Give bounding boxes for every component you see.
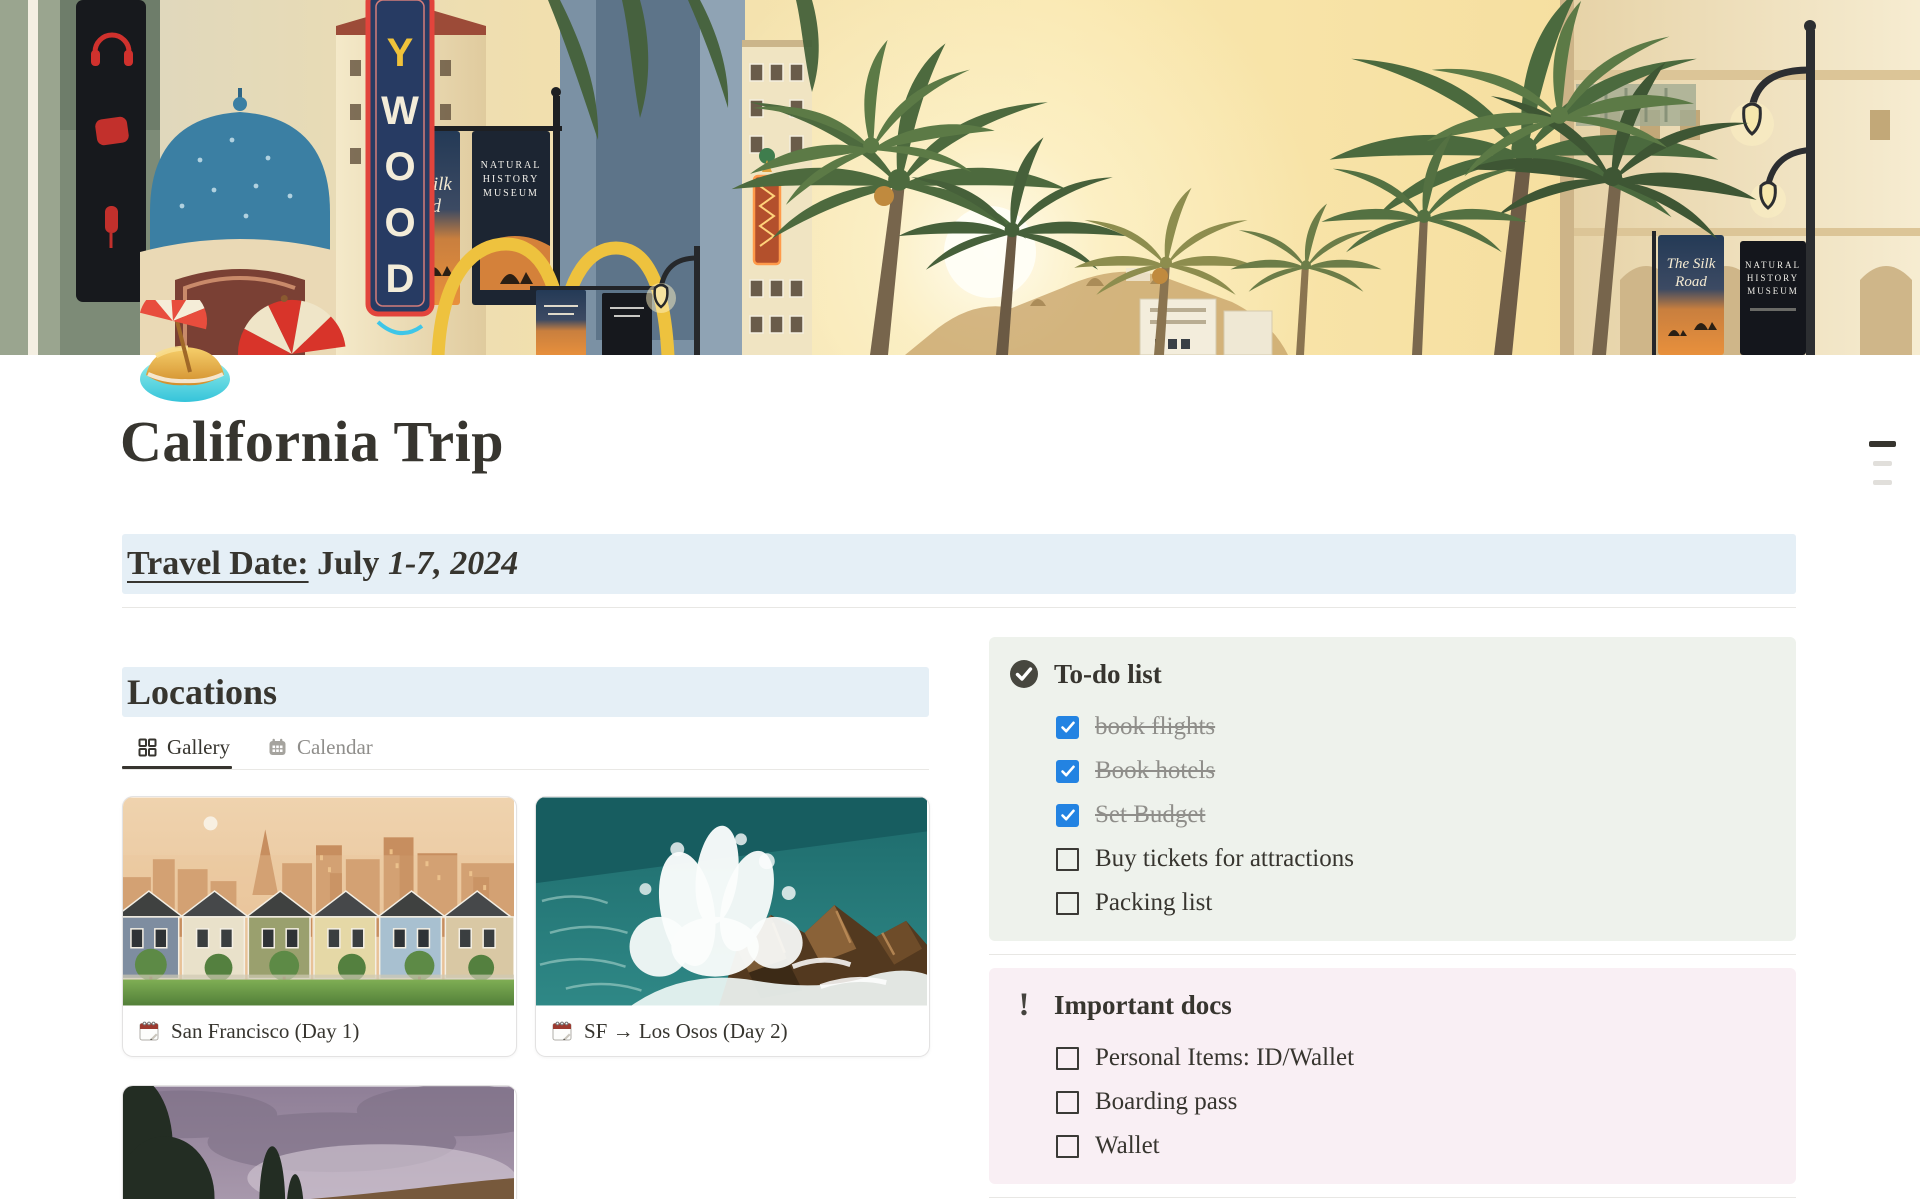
- check-item: Buy tickets for attractions: [1056, 837, 1772, 881]
- todo-heading: To-do list: [1054, 659, 1162, 690]
- check-item: Wallet: [1056, 1124, 1772, 1168]
- important-docs-heading: Important docs: [1054, 990, 1232, 1021]
- svg-text:HISTORY: HISTORY: [483, 174, 540, 185]
- check-item-label: Wallet: [1095, 1132, 1160, 1160]
- check-item-label: Book hotels: [1095, 757, 1215, 785]
- check-item-label: Buy tickets for attractions: [1095, 845, 1354, 873]
- left-column: Locations: [122, 617, 929, 1199]
- beach-with-umbrella-icon: [132, 300, 238, 406]
- check-item-label: Set Budget: [1095, 801, 1205, 829]
- travel-date-month: July: [309, 545, 388, 583]
- two-column-layout: Locations: [122, 617, 1796, 1199]
- tabs-divider: [122, 769, 929, 770]
- check-item-label: Boarding pass: [1095, 1088, 1237, 1116]
- card-title: SF → Los Osos (Day 2): [584, 1019, 788, 1044]
- cover-image: The Silk Road NATURAL HISTORY MUSEUM: [0, 0, 1920, 355]
- theater-sign-letter: Y: [387, 31, 414, 75]
- silk-road-banner-text: The Silk: [1667, 256, 1716, 272]
- spiral-calendar-icon: [138, 1020, 160, 1042]
- toc-dash: [1869, 441, 1896, 447]
- exclamation-icon: !: [1009, 990, 1039, 1020]
- view-tabs: Gallery: [122, 731, 929, 763]
- page-content: Travel Date: July 1-7, 2024 Locations: [122, 534, 1796, 1199]
- divider: [989, 1197, 1796, 1198]
- checkbox[interactable]: [1056, 1135, 1079, 1158]
- travel-date-label: Travel Date:: [127, 545, 309, 583]
- check-item-label: book flights: [1095, 713, 1215, 741]
- todo-header: To-do list: [1009, 657, 1772, 691]
- toc-dash: [1873, 480, 1892, 485]
- gallery-card-san-francisco[interactable]: San Francisco (Day 1): [122, 796, 517, 1057]
- check-item: Personal Items: ID/Wallet: [1056, 1036, 1772, 1080]
- locations-heading[interactable]: Locations: [122, 667, 929, 717]
- svg-text:NATURAL: NATURAL: [481, 160, 542, 171]
- svg-text:HISTORY: HISTORY: [1747, 273, 1799, 283]
- page-title[interactable]: California Trip: [120, 408, 504, 475]
- toc-dash: [1873, 461, 1892, 466]
- gallery-grid: San Francisco (Day 1): [122, 796, 929, 1199]
- gallery-card-hollywood[interactable]: HOLLYWOOD: [122, 1085, 517, 1199]
- tab-calendar[interactable]: Calendar: [268, 735, 373, 760]
- svg-text:Road: Road: [1674, 274, 1707, 290]
- calendar-icon: [268, 738, 287, 757]
- spiral-calendar-icon: [551, 1020, 573, 1042]
- check-item-label: Packing list: [1095, 889, 1212, 917]
- tab-label: Calendar: [297, 735, 373, 760]
- tab-label: Gallery: [167, 735, 230, 760]
- ocean-waves-photo: [536, 797, 927, 1006]
- right-column: To-do list book flights Book hotels: [989, 617, 1796, 1199]
- todo-callout: To-do list book flights Book hotels: [989, 637, 1796, 941]
- checkbox[interactable]: [1056, 804, 1079, 827]
- important-docs-items: Personal Items: ID/Wallet Boarding pass …: [1056, 1036, 1772, 1168]
- check-item: Set Budget: [1056, 793, 1772, 837]
- checkbox[interactable]: [1056, 892, 1079, 915]
- card-caption: San Francisco (Day 1): [123, 1006, 516, 1056]
- important-docs-callout: ! Important docs Personal Items: ID/Wall…: [989, 968, 1796, 1184]
- divider: [989, 954, 1796, 955]
- svg-text:D: D: [386, 257, 415, 301]
- check-item: Boarding pass: [1056, 1080, 1772, 1124]
- museum-banner-text: NATURAL: [1745, 260, 1801, 270]
- travel-date-range: 1-7, 2024: [388, 545, 518, 583]
- page-icon-beach-umbrella[interactable]: [132, 300, 238, 406]
- svg-text:MUSEUM: MUSEUM: [1747, 286, 1799, 296]
- check-item: Book hotels: [1056, 749, 1772, 793]
- checkbox[interactable]: [1056, 760, 1079, 783]
- table-of-contents-indicator[interactable]: [1869, 441, 1896, 485]
- san-francisco-photo: [123, 797, 514, 1006]
- tab-gallery[interactable]: Gallery: [138, 735, 230, 760]
- cover-art: The Silk Road NATURAL HISTORY MUSEUM: [0, 0, 1920, 355]
- gallery-card-sf-los-osos[interactable]: SF → Los Osos (Day 2): [535, 796, 930, 1057]
- hollywood-sign-photo: HOLLYWOOD: [123, 1086, 514, 1199]
- travel-date-highlight[interactable]: Travel Date: July 1-7, 2024: [122, 534, 1796, 594]
- svg-text:W: W: [381, 89, 419, 133]
- card-caption: SF → Los Osos (Day 2): [536, 1006, 929, 1056]
- check-item: book flights: [1056, 705, 1772, 749]
- divider: [122, 607, 1796, 608]
- svg-text:MUSEUM: MUSEUM: [483, 188, 539, 199]
- check-item: Packing list: [1056, 881, 1772, 925]
- important-docs-header: ! Important docs: [1009, 988, 1772, 1022]
- gallery-grid-icon: [138, 738, 157, 757]
- active-tab-indicator: [122, 766, 232, 769]
- notion-page: The Silk Road NATURAL HISTORY MUSEUM: [0, 0, 1920, 1199]
- checkbox[interactable]: [1056, 716, 1079, 739]
- todo-list-items: book flights Book hotels Set Budget: [1056, 705, 1772, 925]
- card-title: San Francisco (Day 1): [171, 1019, 359, 1044]
- checkbox[interactable]: [1056, 1047, 1079, 1070]
- svg-text:O: O: [384, 145, 415, 189]
- svg-text:O: O: [384, 201, 415, 245]
- check-item-label: Personal Items: ID/Wallet: [1095, 1044, 1354, 1072]
- checkbox[interactable]: [1056, 848, 1079, 871]
- checkbox[interactable]: [1056, 1091, 1079, 1114]
- check-circle-icon: [1009, 659, 1039, 689]
